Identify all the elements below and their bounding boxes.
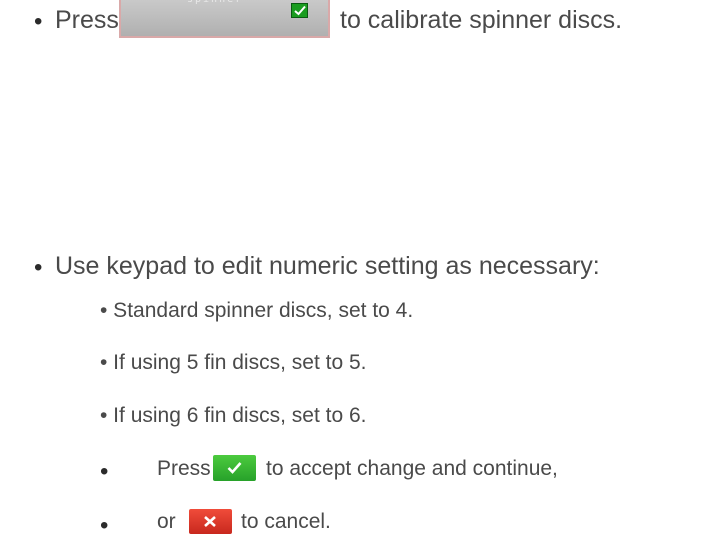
bullet: • (34, 8, 43, 35)
option-6-fin: • If using 6 fin discs, set to 6. (100, 404, 367, 427)
accept-suffix: to accept change and continue, (266, 457, 558, 480)
option-standard: • Standard spinner discs, set to 4. (100, 299, 414, 322)
option-5-fin: • If using 5 fin discs, set to 5. (100, 351, 367, 374)
press-label: Press (55, 6, 119, 34)
keypad-instruction: Use keypad to edit numeric setting as ne… (55, 252, 600, 280)
checkmark-icon (291, 3, 308, 18)
spinner-key-caption: spinner (187, 0, 243, 5)
accept-button[interactable] (213, 455, 256, 481)
bullet: • (100, 458, 109, 485)
checkmark-icon (227, 462, 242, 474)
spinner-calibrate-key[interactable]: spinner (119, 0, 330, 38)
cancel-suffix: to cancel. (241, 510, 331, 533)
x-icon (204, 516, 216, 527)
cancel-prefix: or (157, 510, 176, 533)
bullet: • (34, 254, 43, 281)
calibrate-text: to calibrate spinner discs. (340, 6, 623, 34)
accept-prefix: Press (157, 457, 211, 480)
cancel-button[interactable] (189, 509, 232, 534)
bullet: • (100, 512, 109, 539)
